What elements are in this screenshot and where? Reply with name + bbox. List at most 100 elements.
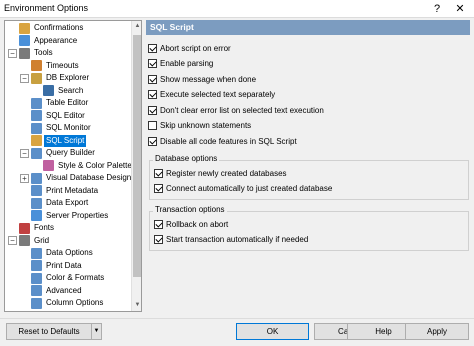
checkbox[interactable] (148, 121, 157, 130)
tree-item-table-editor[interactable]: Table Editor (31, 97, 90, 109)
tree-item-label: Color & Formats (46, 273, 105, 282)
tree-item-label: Tools (34, 48, 53, 57)
panel-title: SQL Script (150, 22, 194, 32)
window-title: Environment Options (4, 3, 89, 13)
tree-scrollbar[interactable]: ▲ ▼ (131, 21, 141, 311)
tree-item-label: Print Metadata (46, 185, 99, 195)
checkbox[interactable] (148, 59, 157, 68)
checkbox-label: Abort script on error (160, 43, 231, 53)
tree-item-label: Confirmations (34, 23, 84, 32)
skip-unknown-checkbox[interactable]: Skip unknown statements (148, 120, 251, 132)
footer-divider (0, 318, 474, 319)
checkbox[interactable] (148, 136, 157, 146)
scroll-down-icon[interactable]: ▼ (132, 300, 141, 311)
tree-item-label: Timeouts (46, 60, 79, 70)
timeouts-icon (31, 60, 42, 71)
checkbox-label: Enable parsing (160, 59, 214, 68)
query-builder-icon (31, 147, 42, 159)
checkbox[interactable] (148, 74, 157, 84)
ok-button[interactable]: OK (236, 323, 309, 340)
collapse-icon[interactable]: − (8, 48, 17, 58)
tree-item-label: Query Builder (46, 148, 95, 157)
tree-item-timeouts[interactable]: Timeouts (31, 60, 81, 72)
scroll-thumb[interactable] (133, 35, 141, 277)
tree-item-print-metadata[interactable]: Print Metadata (31, 185, 100, 197)
expand-icon[interactable]: + (20, 173, 29, 183)
tree-item-label: Print Data (46, 260, 82, 270)
server-properties-icon (31, 210, 42, 221)
tree-item-label: SQL Monitor (46, 123, 91, 132)
tree-item-label: Fonts (34, 223, 55, 232)
scroll-up-icon[interactable]: ▲ (132, 21, 141, 32)
table-editor-icon (31, 97, 42, 109)
tree-item-query-builder[interactable]: Query Builder (31, 147, 97, 159)
close-button[interactable]: ✕ (452, 1, 468, 17)
apply-dialog-button[interactable]: Apply (405, 323, 469, 340)
transaction-options-group (149, 211, 469, 251)
appearance-icon (19, 35, 30, 46)
disable-code-features-checkbox[interactable]: Disable all code features in SQL Script (148, 135, 297, 147)
database-options-group (149, 160, 469, 200)
tree-item-label: SQL Editor (46, 110, 85, 120)
tree-item-appearance[interactable]: Appearance (19, 35, 79, 47)
tree-item-confirmations[interactable]: Confirmations (19, 22, 85, 34)
tree-item-label: Server Properties (46, 210, 109, 220)
tree-item-label: Search (58, 85, 84, 95)
tree-item-fonts[interactable]: Fonts (19, 222, 56, 234)
tree-item-print-data[interactable]: Print Data (31, 260, 84, 272)
collapse-icon[interactable]: − (20, 148, 29, 158)
reset-dropdown-icon[interactable]: ▼ (91, 323, 102, 340)
tree-item-label: Table Editor (46, 98, 89, 107)
options-tree[interactable]: Confirmations Appearance Tools − Timeouts DB … (4, 20, 142, 312)
tree-item-label: Style & Color Palette (58, 160, 132, 170)
tree-item-advanced[interactable]: Advanced (31, 285, 84, 297)
advanced-icon (31, 285, 42, 296)
tree-item-style-color-palette[interactable]: Style & Color Palette (43, 160, 134, 172)
tools-icon (19, 47, 30, 59)
checkbox[interactable] (148, 90, 157, 99)
help-title-button[interactable]: ? (429, 1, 445, 17)
sql-editor-icon (31, 110, 42, 121)
tree-item-server-properties[interactable]: Server Properties (31, 210, 110, 222)
collapse-icon[interactable]: − (8, 236, 17, 245)
enable-parsing-checkbox[interactable]: Enable parsing (148, 58, 213, 70)
checkbox-label: Skip unknown statements (160, 121, 252, 130)
reset-to-defaults-button[interactable]: Reset to Defaults (6, 323, 92, 340)
panel-header: SQL Script (146, 20, 470, 35)
checkbox-label: Execute selected text separately (160, 90, 276, 99)
tree-item-color-formats[interactable]: Color & Formats (31, 272, 106, 284)
tree-item-sql-editor[interactable]: SQL Editor (31, 110, 87, 122)
tree-item-sql-script[interactable]: SQL Script (31, 134, 87, 147)
checkbox[interactable] (148, 43, 157, 53)
tree-item-label: Advanced (46, 285, 82, 295)
confirmations-icon (19, 22, 30, 34)
tree-item-label: DB Explorer (46, 73, 90, 82)
print-metadata-icon (31, 185, 42, 196)
tree-item-data-options[interactable]: Data Options (31, 247, 95, 259)
collapse-icon[interactable]: − (20, 73, 29, 83)
dont-clear-error-checkbox[interactable]: Don't clear error list on selected text … (148, 104, 324, 116)
tree-item-db-explorer[interactable]: DB Explorer (31, 72, 91, 84)
checkbox-label: Disable all code features in SQL Script (160, 136, 297, 146)
execute-selected-checkbox[interactable]: Execute selected text separately (148, 89, 275, 101)
tree-item-search[interactable]: Search (43, 85, 85, 97)
tree-item-visual-database-designer[interactable]: Visual Database Designer (31, 172, 140, 184)
tree-item-sql-monitor[interactable]: SQL Monitor (31, 122, 93, 134)
abort-script-checkbox[interactable]: Abort script on error (148, 42, 231, 54)
tree-item-grid[interactable]: Grid (19, 235, 51, 247)
data-options-icon (31, 247, 42, 259)
print-data-icon (31, 260, 42, 271)
tree-item-data-export[interactable]: Data Export (31, 197, 90, 209)
tree-item-column-options[interactable]: Column Options (31, 297, 105, 309)
tree-item-label: Grid (34, 235, 50, 245)
show-message-checkbox[interactable]: Show message when done (148, 73, 256, 85)
tree-item-label: SQL Script (44, 134, 87, 147)
grid-icon (19, 235, 30, 246)
checkbox[interactable] (148, 105, 157, 115)
sql-monitor-icon (31, 122, 42, 134)
database-options-title: Database options (153, 154, 220, 163)
color-formats-icon (31, 272, 42, 284)
tree-item-tools[interactable]: Tools (19, 47, 55, 59)
tree-item-label: Data Export (46, 198, 89, 207)
tree-item-label: Appearance (34, 35, 78, 45)
